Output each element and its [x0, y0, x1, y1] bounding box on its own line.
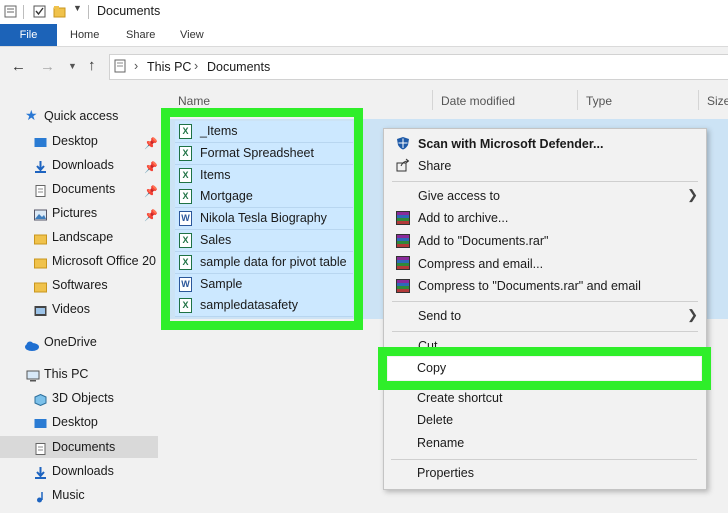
nav-label: Microsoft Office 20 [52, 254, 156, 268]
nav-item[interactable]: Landscape [0, 226, 158, 248]
up-icon[interactable]: ↑ [88, 57, 96, 74]
address-bar[interactable]: › This PC › Documents [109, 54, 728, 80]
nav-label: Desktop [52, 415, 98, 429]
desktop-icon [34, 415, 47, 428]
nav-item[interactable]: Pictures 📌 [0, 202, 158, 224]
share-icon [396, 158, 410, 172]
menu-item-properties[interactable]: Properties [417, 466, 474, 480]
nav-label: Softwares [52, 278, 108, 292]
menu-item-send-to[interactable]: Send to [418, 309, 461, 323]
nav-label: Pictures [52, 206, 98, 220]
menu-item-give-access[interactable]: Give access to [418, 189, 500, 203]
menu-item-add-rar[interactable]: Add to "Documents.rar" [418, 234, 548, 248]
nav-item[interactable]: Music [0, 484, 158, 506]
nav-item[interactable]: Documents 📌 [0, 178, 158, 200]
folder-icon [34, 278, 47, 293]
new-folder-icon[interactable] [53, 5, 66, 18]
3d-objects-icon [34, 391, 47, 407]
title-bar: ▼ Documents [0, 0, 728, 24]
folder-icon [34, 254, 47, 269]
files-highlight-box [161, 108, 363, 330]
nav-item[interactable]: Videos [0, 298, 158, 320]
breadcrumb-this-pc[interactable]: This PC [147, 60, 191, 74]
ribbon-tabs: File Home Share View [0, 24, 728, 47]
submenu-arrow-icon: ❯ [687, 187, 698, 202]
tab-file[interactable]: File [0, 24, 57, 46]
nav-label: Quick access [44, 109, 119, 123]
nav-item[interactable]: Documents [0, 436, 158, 458]
checkbox-icon[interactable] [33, 5, 46, 18]
nav-label: Downloads [52, 158, 114, 172]
recent-locations-icon[interactable]: ▼ [68, 61, 77, 71]
breadcrumb-chevron-icon: › [194, 59, 199, 73]
pin-icon[interactable]: 📌 [144, 157, 158, 176]
pin-icon[interactable]: 📌 [144, 181, 158, 200]
nav-item[interactable]: Desktop 📌 [0, 130, 158, 152]
menu-item-create-shortcut[interactable]: Create shortcut [417, 391, 502, 405]
nav-this-pc[interactable]: This PC [0, 363, 158, 385]
nav-onedrive[interactable]: OneDrive [0, 331, 158, 353]
customize-dropdown-icon[interactable]: ▼ [73, 3, 82, 13]
computer-icon [114, 59, 126, 76]
forward-icon[interactable]: → [40, 58, 55, 75]
winrar-icon [396, 256, 410, 270]
menu-item-compress-email[interactable]: Compress and email... [418, 257, 543, 271]
documents-icon [34, 440, 47, 455]
download-icon [34, 464, 47, 479]
documents-icon [34, 182, 47, 197]
cloud-icon [24, 336, 39, 351]
nav-label: This PC [44, 367, 89, 381]
nav-item[interactable]: Downloads 📌 [0, 154, 158, 176]
nav-item[interactable]: Desktop [0, 411, 158, 433]
column-size[interactable]: Size [707, 94, 728, 108]
menu-item-rename[interactable]: Rename [417, 436, 464, 450]
folder-icon [34, 230, 47, 245]
desktop-icon [34, 134, 47, 147]
menu-item-compress-rar-email[interactable]: Compress to "Documents.rar" and email [418, 279, 641, 293]
menu-item-add-archive[interactable]: Add to archive... [418, 211, 508, 225]
nav-item[interactable]: 3D Objects [0, 387, 158, 409]
menu-item-share[interactable]: Share [418, 159, 451, 173]
nav-label: Downloads [52, 464, 114, 478]
pictures-icon [34, 206, 47, 221]
tab-view[interactable]: View [180, 24, 204, 46]
star-icon: ★ [25, 107, 38, 123]
nav-label: Music [52, 488, 85, 502]
nav-label: Documents [52, 182, 116, 196]
column-date-modified[interactable]: Date modified [441, 94, 515, 108]
videos-icon [34, 302, 47, 316]
winrar-icon [396, 279, 410, 293]
breadcrumb-documents[interactable]: Documents [207, 60, 270, 74]
menu-item-delete[interactable]: Delete [417, 413, 453, 427]
nav-quick-access[interactable]: ★ Quick access [0, 105, 158, 127]
copy-highlight-box [378, 347, 711, 390]
submenu-arrow-icon: ❯ [687, 307, 698, 322]
nav-item[interactable]: Downloads [0, 460, 158, 482]
nav-label: Landscape [52, 230, 114, 244]
window-title: Documents [97, 4, 161, 18]
nav-item[interactable]: Softwares [0, 274, 158, 296]
winrar-icon [396, 234, 410, 248]
back-icon[interactable]: ← [11, 58, 26, 75]
pin-icon[interactable]: 📌 [144, 133, 158, 152]
column-name[interactable]: Name [178, 94, 210, 108]
tab-share[interactable]: Share [126, 24, 155, 46]
download-icon [34, 158, 47, 173]
computer-icon [26, 367, 40, 382]
breadcrumb-chevron-icon: › [134, 59, 139, 73]
nav-label: OneDrive [44, 335, 97, 349]
properties-icon[interactable] [4, 5, 17, 18]
nav-label: Videos [52, 302, 90, 316]
music-icon [34, 488, 47, 503]
defender-shield-icon [396, 136, 410, 150]
menu-item-scan[interactable]: Scan with Microsoft Defender... [418, 137, 603, 151]
column-type[interactable]: Type [586, 94, 612, 108]
tab-home[interactable]: Home [70, 24, 99, 46]
winrar-icon [396, 211, 410, 225]
nav-label: Desktop [52, 134, 98, 148]
nav-item[interactable]: Microsoft Office 20 [0, 250, 158, 272]
nav-label: Documents [52, 440, 116, 454]
pin-icon[interactable]: 📌 [144, 205, 158, 224]
nav-label: 3D Objects [52, 391, 114, 405]
